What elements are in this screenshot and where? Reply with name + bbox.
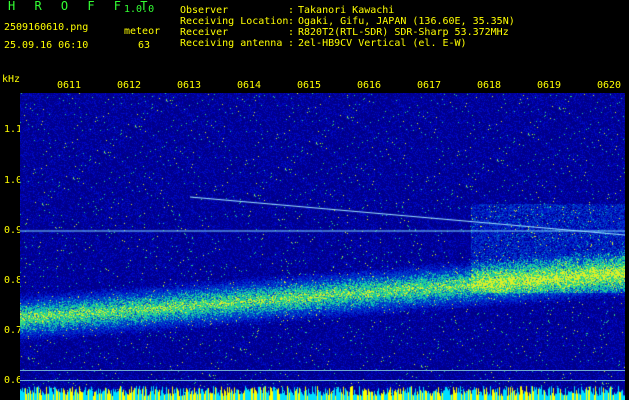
x-tick-label: 0615 [297,80,322,91]
x-tick-label: 0616 [357,80,382,91]
x-tick-label: 0617 [417,80,442,91]
info-value-location: Ogaki, Gifu, JAPAN (136.60E, 35.35N) [298,16,515,27]
info-key-observer: Observer [180,5,229,16]
datetime-label: 25.09.16 06:10 [4,40,89,51]
info-sep: : [288,38,295,49]
x-tick-label: 0612 [117,80,142,91]
baseline-marker [20,370,625,371]
info-value-receiver: R820T2(RTL-SDR) SDR-Sharp 53.372MHz [298,27,509,38]
meteor-label: meteor [124,26,161,37]
x-tick-label: 0619 [537,80,562,91]
x-tick-label: 0618 [477,80,502,91]
spectrogram [20,93,625,400]
version-label: 1.0.0 [124,4,155,15]
info-key-location: Receiving Location [180,16,289,27]
info-value-observer: Takanori Kawachi [298,5,395,16]
filename-label: 2509160610.png [4,22,89,33]
x-tick-label: 0620 [597,80,622,91]
x-tick-label: 0613 [177,80,202,91]
baseline-marker [20,380,625,381]
info-sep: : [288,16,295,27]
meteor-count: 63 [138,40,151,51]
info-sep: : [288,27,295,38]
info-sep: : [288,5,295,16]
x-tick-label: 0614 [237,80,262,91]
info-key-antenna: Receiving antenna [180,38,283,49]
info-key-receiver: Receiver [180,27,229,38]
y-axis-unit: kHz [2,74,21,85]
info-value-antenna: 2el-HB9CV Vertical (el. E-W) [298,38,467,49]
x-tick-label: 0611 [57,80,82,91]
